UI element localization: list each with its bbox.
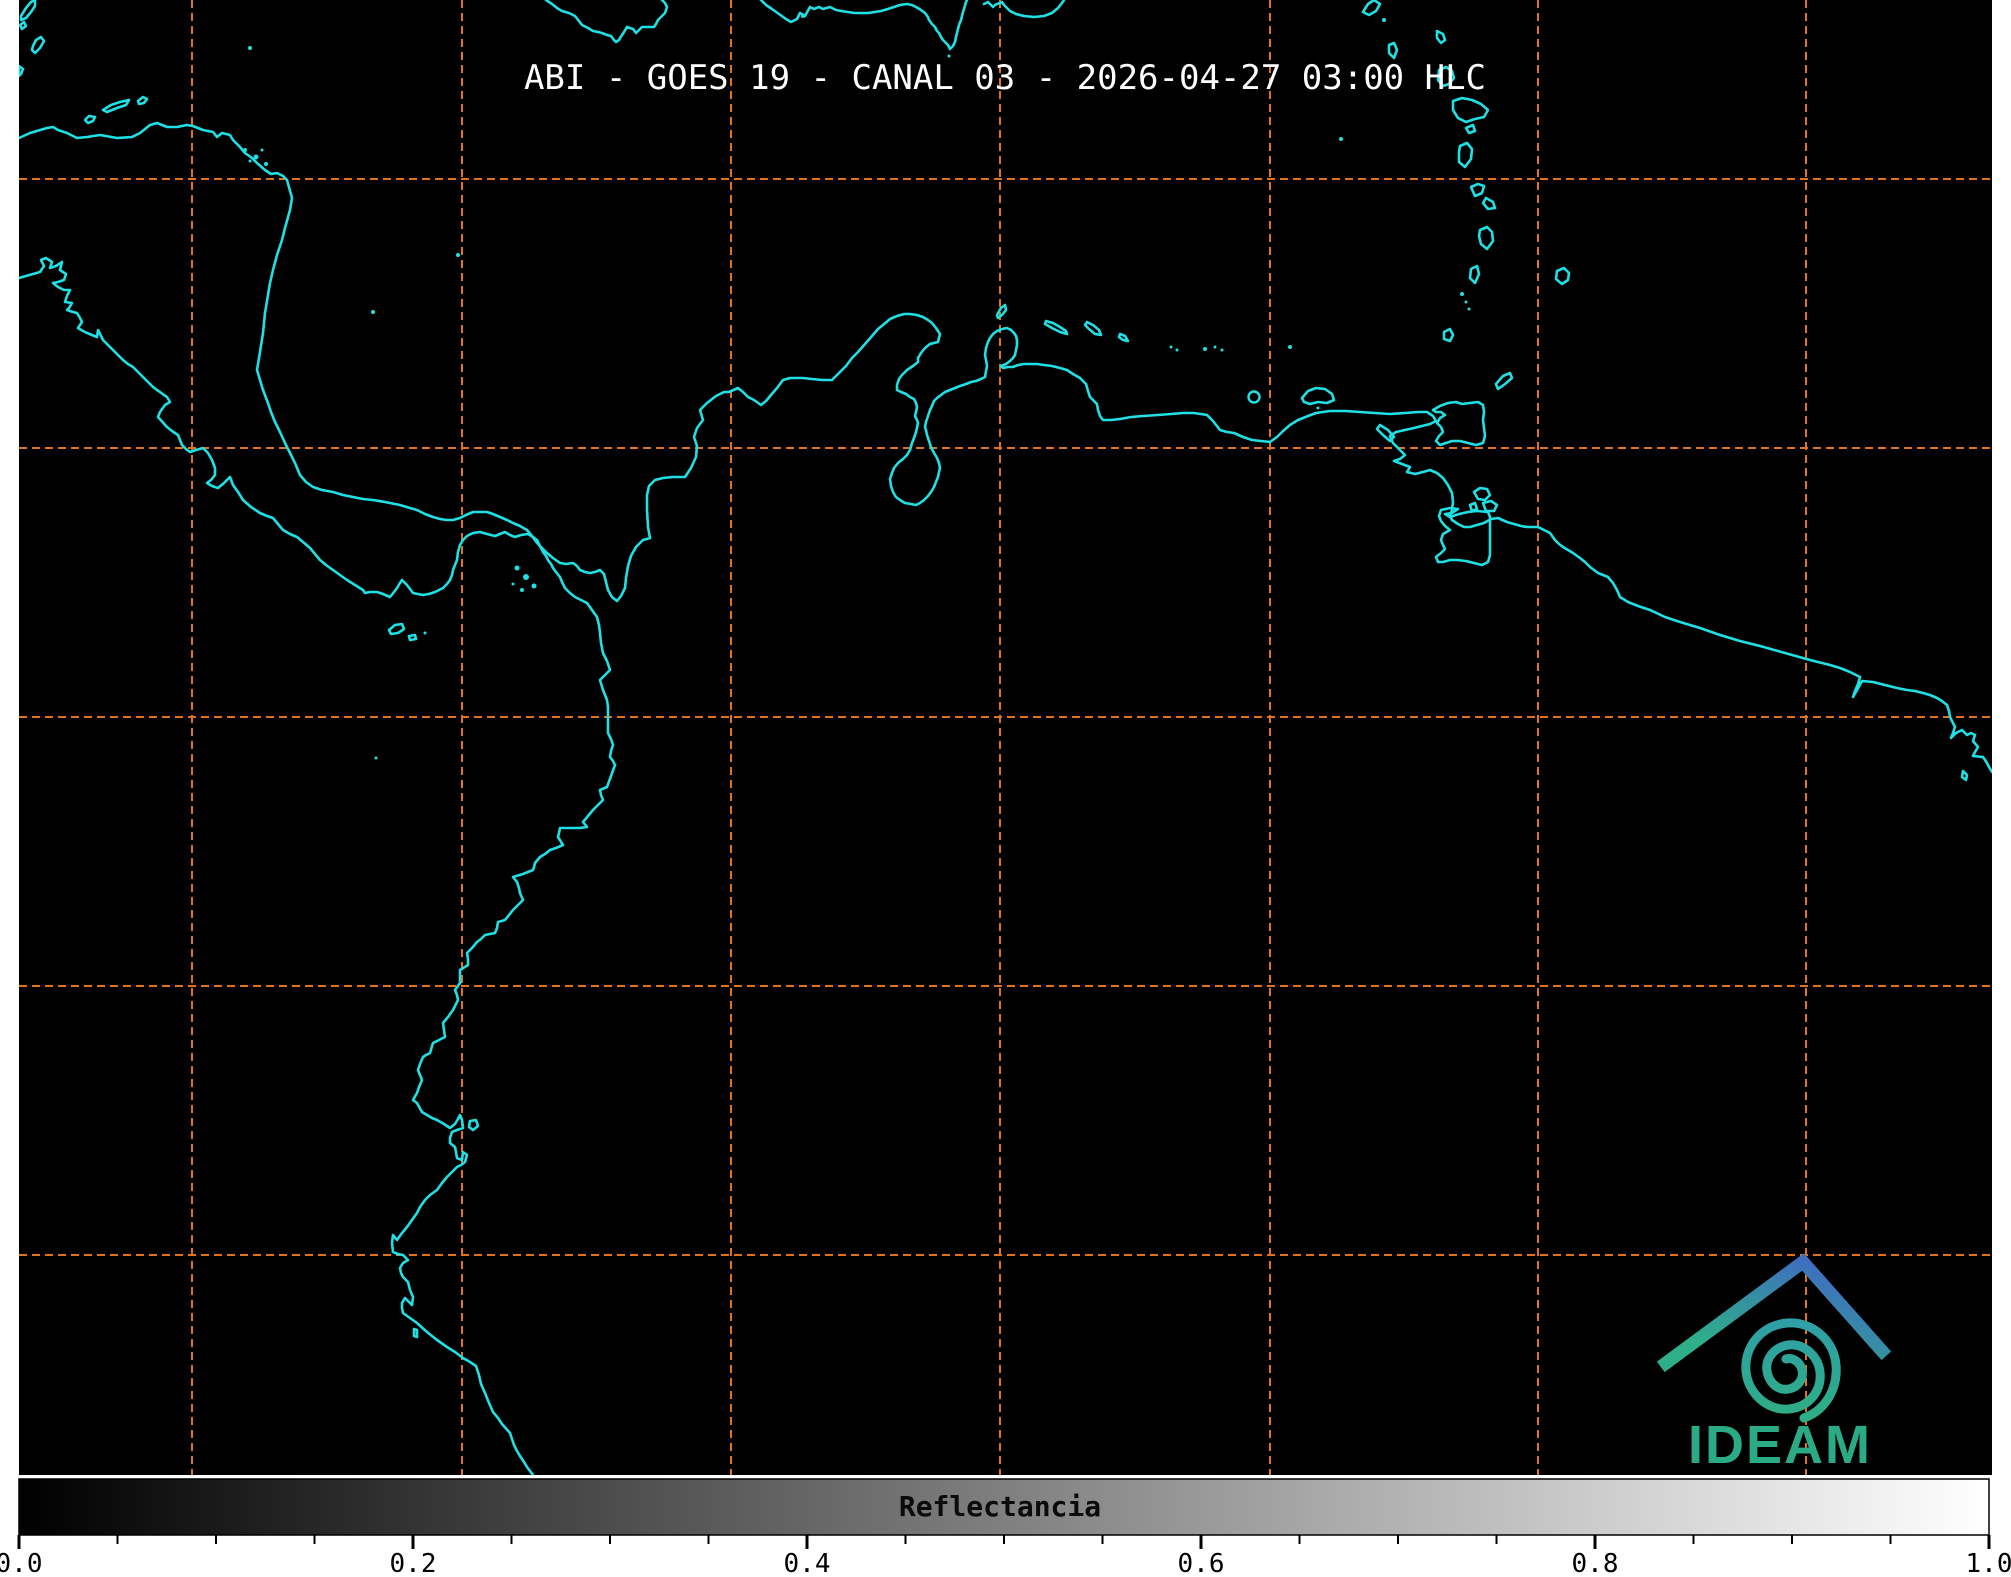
islet-marker <box>261 149 264 152</box>
islet-marker <box>1468 308 1471 311</box>
colorbar-tick-label: 0.8 <box>1572 1549 1619 1577</box>
islet-marker <box>254 155 259 160</box>
islet-marker <box>249 160 252 163</box>
ideam-logo-text: IDEAM <box>1688 1415 1872 1475</box>
islet-marker <box>512 583 515 586</box>
colorbar-tick-label: 0.6 <box>1178 1549 1225 1577</box>
islet-marker <box>1339 137 1343 141</box>
satellite-scene: ABI - GOES 19 - CANAL 03 - 2026-04-27 03… <box>0 0 2011 1577</box>
islet-marker <box>1203 347 1207 351</box>
islet-marker <box>520 588 524 592</box>
islet-marker <box>248 46 252 50</box>
islet-marker <box>1317 407 1320 410</box>
islet-marker <box>1460 292 1464 296</box>
islet-marker <box>1465 301 1468 304</box>
islet-marker <box>1288 345 1292 349</box>
islet-marker <box>243 148 247 152</box>
colorbar-tick-label: 1.0 <box>1966 1549 2011 1577</box>
islet-marker <box>264 162 268 166</box>
goes-satellite-image-viewer: ABI - GOES 19 - CANAL 03 - 2026-04-27 03… <box>0 0 2011 1577</box>
colorbar-tick-label: 0.4 <box>784 1549 831 1577</box>
map-background <box>19 0 1992 1475</box>
colorbar-axis-labels: 0.0 0.2 0.4 0.6 0.8 1.0 <box>0 1549 2011 1577</box>
islet-marker <box>532 584 537 589</box>
colorbar-axis-ticks <box>19 1535 1989 1549</box>
islet-marker <box>801 14 805 18</box>
islet-marker <box>456 253 460 257</box>
islet-marker <box>1170 346 1173 349</box>
islet-marker <box>424 632 427 635</box>
islet-marker <box>1221 349 1224 352</box>
colorbar-label: Reflectancia <box>899 1490 1101 1523</box>
islet-marker <box>375 757 378 760</box>
colorbar-tick-label: 0.0 <box>0 1549 42 1577</box>
islet-marker <box>1382 18 1386 22</box>
colorbar-tick-label: 0.2 <box>390 1549 437 1577</box>
islet-marker <box>515 566 520 571</box>
image-title: ABI - GOES 19 - CANAL 03 - 2026-04-27 03… <box>524 58 1486 98</box>
islet-marker <box>1176 349 1179 352</box>
islet-marker <box>371 310 375 314</box>
islet-marker <box>523 574 529 580</box>
reflectance-colorbar: Reflectancia 0.0 0.2 0.4 0.6 0.8 1.0 <box>0 1479 2011 1577</box>
islet-marker <box>1214 346 1217 349</box>
